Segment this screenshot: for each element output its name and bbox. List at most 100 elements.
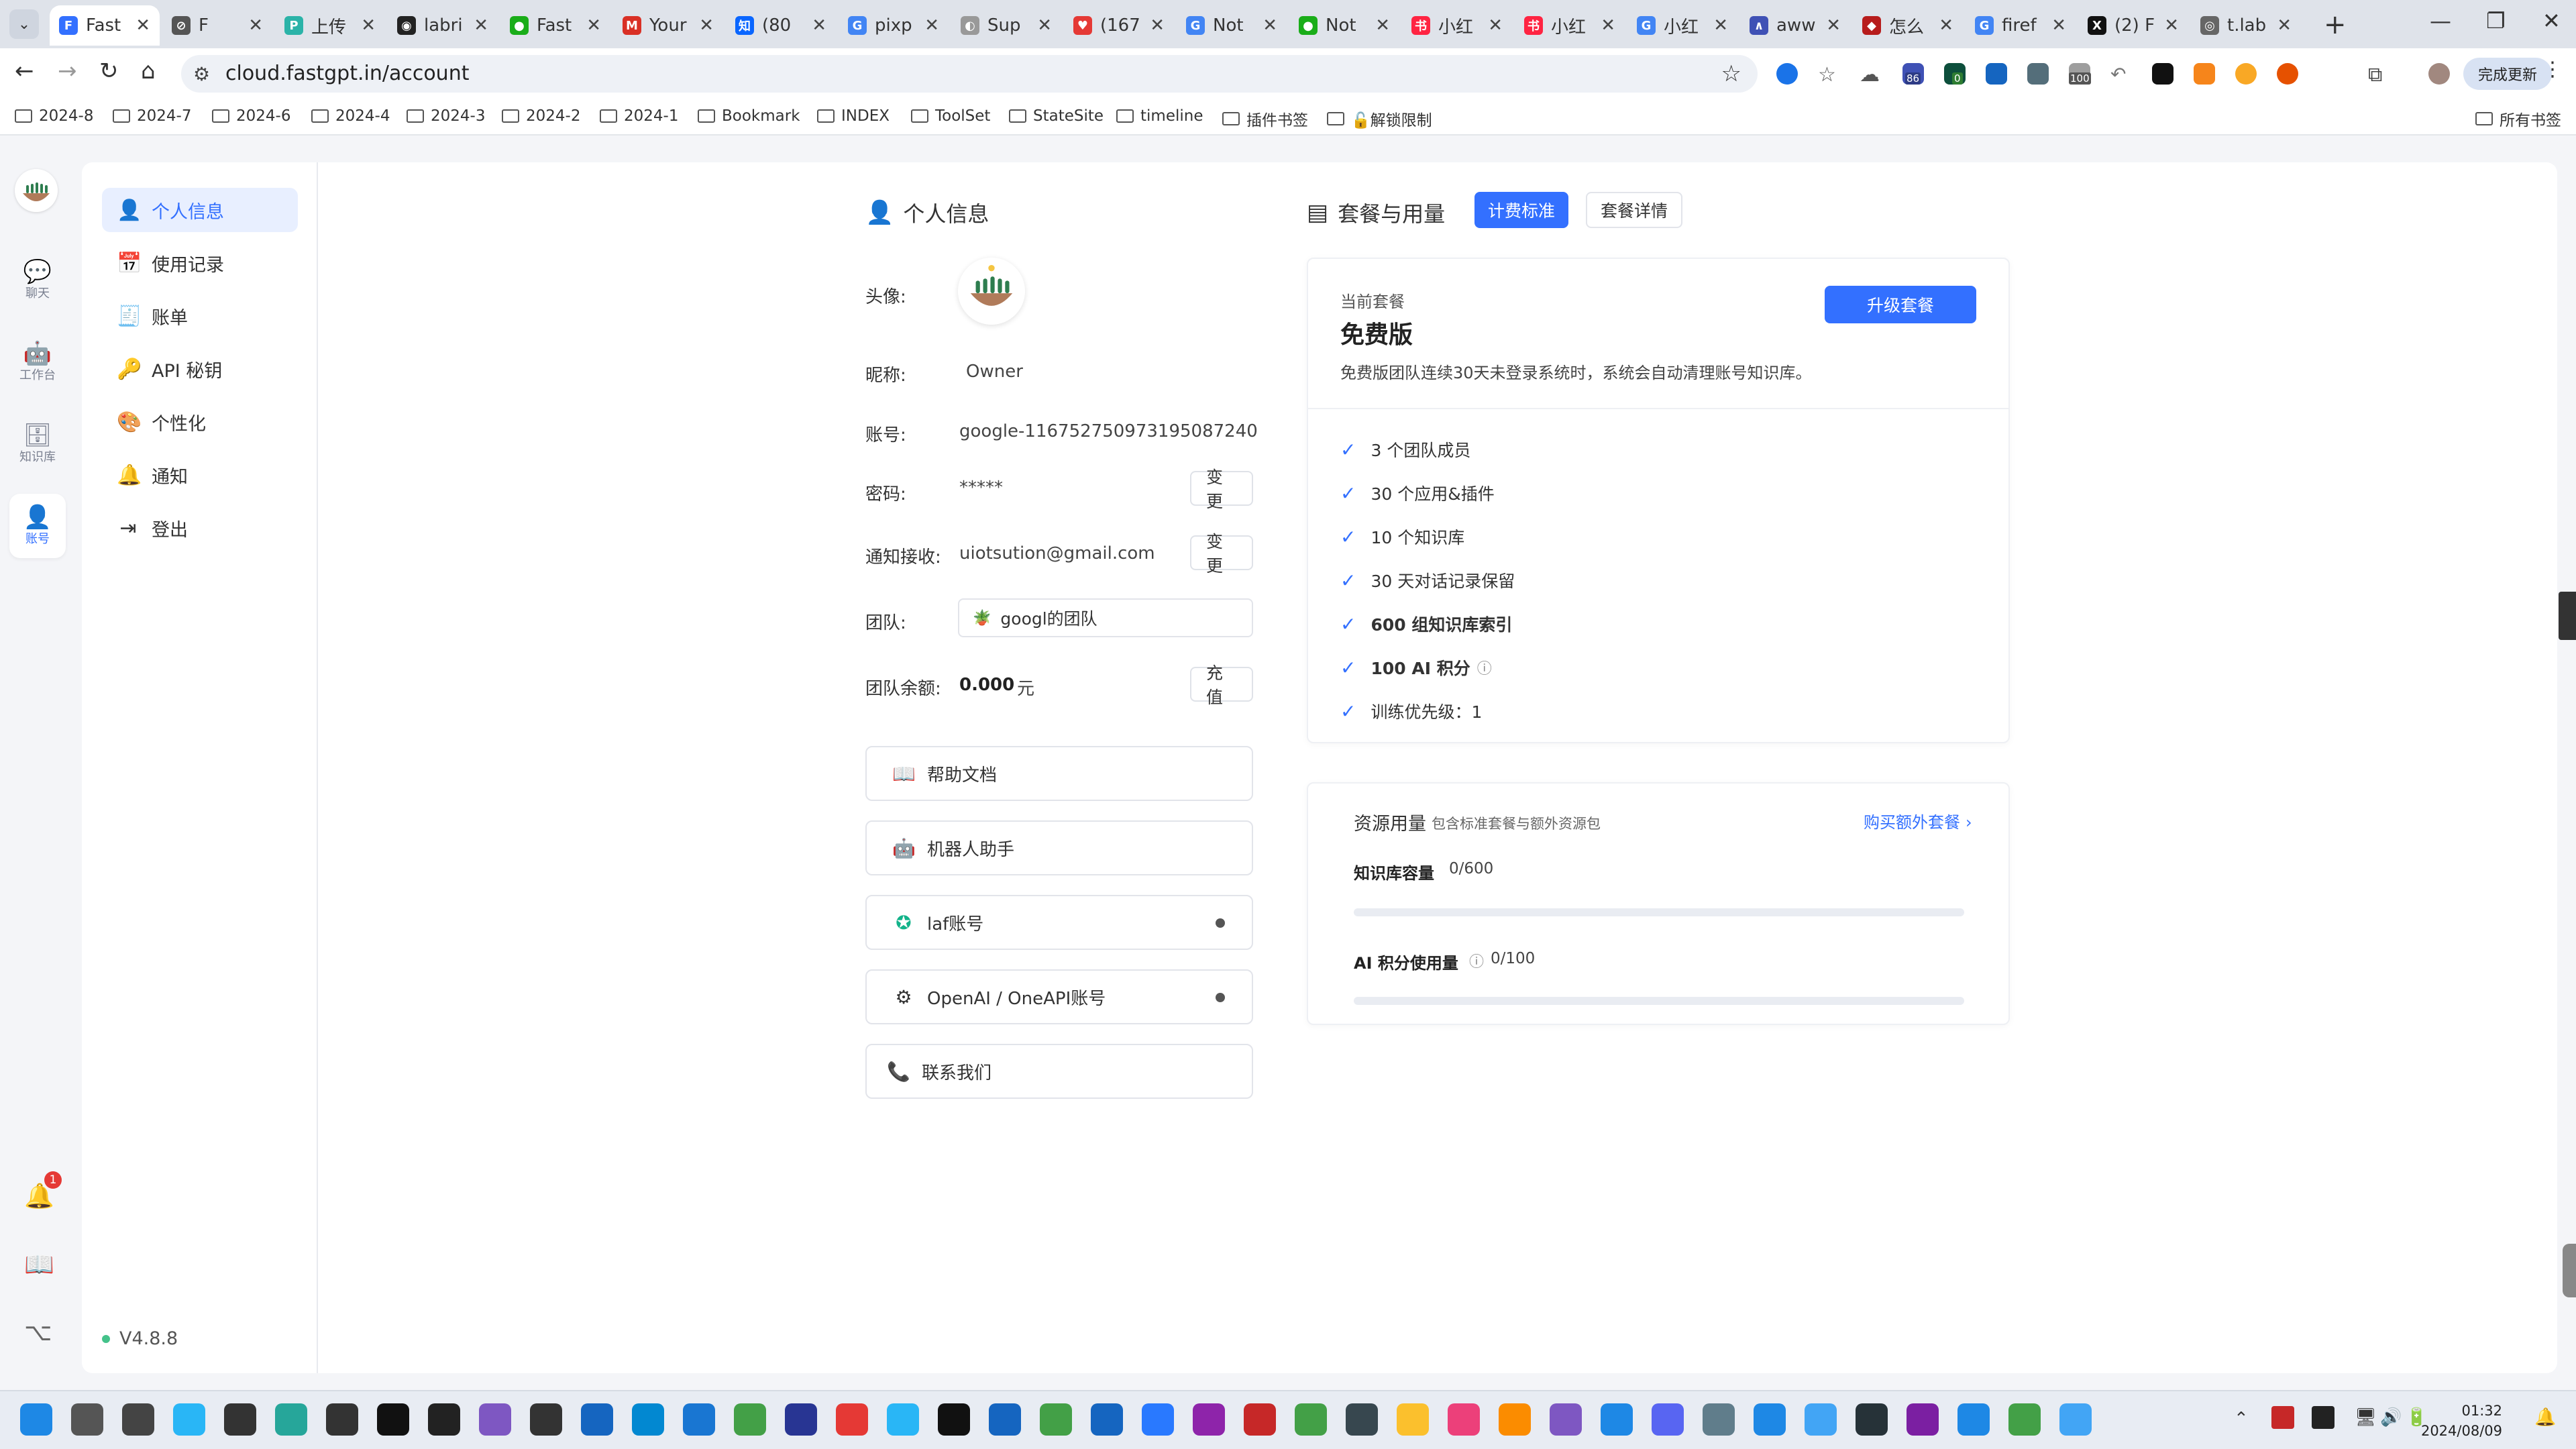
close-tab-icon[interactable]: ✕ — [361, 15, 376, 36]
browser-tab[interactable]: ◎ t.lab ✕ — [2191, 5, 2301, 46]
bot-assistant-link[interactable]: 🤖 机器人助手 — [865, 820, 1253, 875]
taskbar-app-icon[interactable] — [71, 1403, 103, 1436]
taskbar-app-icon[interactable] — [938, 1403, 970, 1436]
tray-chevron-icon[interactable]: ⌃ — [2234, 1409, 2249, 1429]
extension-86-icon[interactable]: 86 — [1902, 63, 1924, 85]
menu-item-notifications[interactable]: 🔔 通知 — [102, 453, 298, 497]
close-window-icon[interactable]: ✕ — [2542, 8, 2561, 34]
extension-0-icon[interactable]: 0 — [1944, 63, 1966, 85]
back-icon[interactable]: ← — [15, 58, 34, 85]
scroll-handle[interactable] — [2563, 1244, 2576, 1297]
taskbar-app-icon[interactable] — [479, 1403, 511, 1436]
extension-100-icon[interactable]: 100 — [2069, 63, 2091, 85]
menu-item-personalize[interactable]: 🎨 个性化 — [102, 400, 298, 444]
taskbar-app-icon[interactable] — [275, 1403, 307, 1436]
reload-icon[interactable]: ↻ — [99, 58, 119, 85]
browser-tab[interactable]: ♥ (167 ✕ — [1064, 5, 1174, 46]
bookmark-item[interactable]: 2024-2 — [502, 107, 580, 125]
taskbar-app-icon[interactable] — [1346, 1403, 1378, 1436]
taskbar-app-icon[interactable] — [1040, 1403, 1072, 1436]
bookmark-item[interactable]: StateSite — [1009, 107, 1104, 125]
home-icon[interactable]: ⌂ — [141, 58, 156, 85]
browser-tab[interactable]: Gpixp ✕ — [839, 5, 949, 46]
rail-workbench[interactable]: 🤖 工作台 — [9, 330, 66, 394]
rail-chat[interactable]: 💬 聊天 — [9, 248, 66, 313]
browser-tab[interactable]: ● Not ✕ — [1289, 5, 1399, 46]
browser-tab[interactable]: ◉ labri ✕ — [388, 5, 498, 46]
browser-tab[interactable]: Gfiref ✕ — [1966, 5, 2076, 46]
menu-item-bills[interactable]: 🧾 账单 — [102, 294, 298, 338]
taskbar-app-icon[interactable] — [530, 1403, 562, 1436]
taskbar-app-icon[interactable] — [1856, 1403, 1888, 1436]
undo-extension-icon[interactable]: ↶ — [2110, 63, 2132, 85]
menu-item-api-key[interactable]: 🔑 API 秘钥 — [102, 347, 298, 391]
github-icon[interactable]: ⌥ — [24, 1319, 52, 1346]
close-tab-icon[interactable]: ✕ — [1939, 15, 1953, 36]
taskbar-app-icon[interactable] — [1703, 1403, 1735, 1436]
browser-tab[interactable]: M Your ✕ — [613, 5, 723, 46]
browser-tab[interactable]: 书小红 ✕ — [1402, 5, 1512, 46]
taskbar-app-icon[interactable] — [836, 1403, 868, 1436]
browser-tab[interactable]: 知 (80 ✕ — [726, 5, 836, 46]
laf-account-link[interactable]: ✪ laf账号 — [865, 895, 1253, 950]
taskbar-app-icon[interactable] — [734, 1403, 766, 1436]
taskbar-app-icon[interactable] — [1448, 1403, 1480, 1436]
change-password-button[interactable]: 变更 — [1190, 468, 1253, 511]
extensions-puzzle-icon[interactable]: ⧉ — [2368, 63, 2390, 87]
address-bar[interactable]: ⚙ cloud.fastgpt.in/account ☆ — [181, 55, 1758, 93]
network-icon[interactable]: 🖥 — [2355, 1407, 2377, 1428]
restore-icon[interactable]: ❐ — [2486, 8, 2506, 34]
update-button[interactable]: 完成更新 — [2463, 58, 2552, 90]
all-bookmarks[interactable]: 所有书签 — [2475, 107, 2561, 130]
taskbar-app-icon[interactable] — [989, 1403, 1021, 1436]
close-tab-icon[interactable]: ✕ — [924, 15, 939, 36]
browser-tab[interactable]: G 小红 ✕ — [1627, 5, 1737, 46]
close-tab-icon[interactable]: ✕ — [1826, 15, 1841, 36]
recharge-button[interactable]: 充值 — [1190, 663, 1253, 707]
docs-book-icon[interactable]: 📖 — [24, 1250, 54, 1279]
taskbar-app-icon[interactable] — [581, 1403, 613, 1436]
browser-tab[interactable]: X (2) F ✕ — [2078, 5, 2188, 46]
taskbar-app-icon[interactable] — [632, 1403, 664, 1436]
extension-icon[interactable] — [2277, 63, 2298, 85]
menu-item-profile[interactable]: 👤 个人信息 — [102, 188, 298, 232]
taskbar-app-icon[interactable] — [1907, 1403, 1939, 1436]
browser-tab[interactable]: F Fast ✕ — [50, 5, 160, 46]
close-tab-icon[interactable]: ✕ — [1601, 15, 1615, 36]
taskbar-app-icon[interactable] — [683, 1403, 715, 1436]
cloud-icon[interactable]: ☁ — [1860, 63, 1881, 87]
more-menu-icon[interactable]: ⋮ — [2542, 58, 2563, 81]
bookmark-item[interactable]: 2024-7 — [113, 107, 191, 125]
close-tab-icon[interactable]: ✕ — [1713, 15, 1728, 36]
taskbar-app-icon[interactable] — [2059, 1403, 2092, 1436]
taskbar-app-icon[interactable] — [1397, 1403, 1429, 1436]
menu-item-usage[interactable]: 📅 使用记录 — [102, 241, 298, 285]
browser-tab[interactable]: P 上传 ✕ — [275, 5, 385, 46]
help-circle-icon[interactable]: ⓘ — [1477, 657, 1492, 678]
bookmark-item[interactable]: 2024-3 — [407, 107, 485, 125]
billing-standard-button[interactable]: 计费标准 — [1474, 192, 1569, 228]
notification-center-icon[interactable]: 🔔 — [2534, 1407, 2556, 1428]
taskbar-app-icon[interactable] — [1652, 1403, 1684, 1436]
close-tab-icon[interactable]: ✕ — [2164, 15, 2179, 36]
taskbar-app-icon[interactable] — [428, 1403, 460, 1436]
close-tab-icon[interactable]: ✕ — [812, 15, 826, 36]
shield-extension-icon[interactable] — [1986, 63, 2007, 85]
side-panel-handle[interactable] — [2559, 592, 2576, 640]
close-tab-icon[interactable]: ✕ — [699, 15, 714, 36]
extension-icon[interactable] — [2235, 63, 2257, 85]
taskbar-app-icon[interactable] — [785, 1403, 817, 1436]
taskbar-app-icon[interactable] — [20, 1403, 52, 1436]
browser-tab[interactable]: ⊘ F ✕ — [162, 5, 272, 46]
close-tab-icon[interactable]: ✕ — [1488, 15, 1503, 36]
rail-knowledge-base[interactable]: 🗄 知识库 — [9, 412, 66, 476]
site-info-icon[interactable]: ⚙ — [193, 63, 210, 85]
extension-icon[interactable] — [1776, 63, 1798, 85]
close-tab-icon[interactable]: ✕ — [2277, 15, 2292, 36]
taskbar-app-icon[interactable] — [377, 1403, 409, 1436]
minimize-icon[interactable]: — — [2430, 8, 2451, 34]
taskbar-app-icon[interactable] — [224, 1403, 256, 1436]
url-text[interactable]: cloud.fastgpt.in/account — [225, 62, 469, 85]
screenshot-extension-icon[interactable] — [2027, 63, 2049, 85]
taskbar-app-icon[interactable] — [1601, 1403, 1633, 1436]
